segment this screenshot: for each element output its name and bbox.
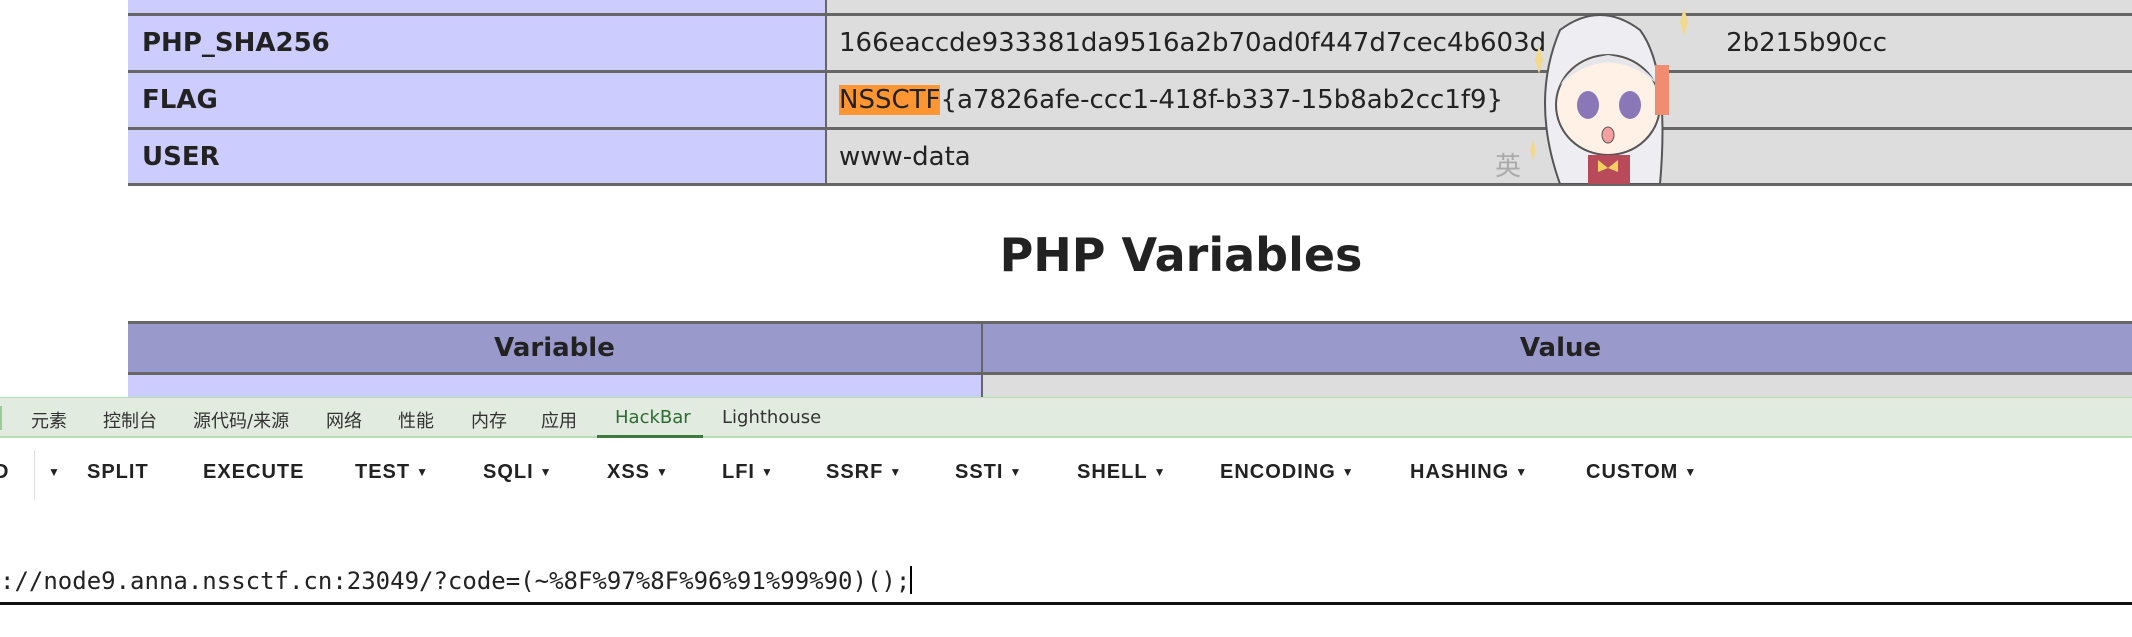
divider	[0, 406, 2, 430]
split-button[interactable]: SPLIT	[87, 461, 149, 484]
variables-table-header: Variable Value	[128, 321, 2132, 375]
lfi-menu[interactable]: LFI ▼	[722, 461, 774, 484]
env-key: PHP_SHA256	[128, 16, 827, 70]
url-input-underline	[0, 602, 2132, 605]
table-row	[128, 0, 2132, 16]
menu-label: TEST	[355, 461, 411, 483]
test-menu[interactable]: TEST ▼	[355, 461, 429, 484]
caret-down-icon: ▼	[1341, 465, 1355, 479]
tab-elements[interactable]: 元素	[31, 407, 67, 433]
column-header-variable: Variable	[128, 324, 983, 372]
caret-down-icon: ▼	[416, 465, 430, 479]
env-value: www-data	[827, 130, 2132, 183]
tab-lighthouse[interactable]: Lighthouse	[722, 407, 821, 428]
hashing-menu[interactable]: HASHING ▼	[1410, 461, 1528, 484]
menu-label: XSS	[607, 461, 651, 483]
tab-sources[interactable]: 源代码/来源	[193, 407, 289, 433]
mascot-image: 英	[1495, 8, 1688, 184]
flag-value: {a7826afe-ccc1-418f-b337-15b8ab2cc1f9}	[940, 85, 1504, 115]
menu-label: SHELL	[1077, 461, 1148, 483]
tab-memory[interactable]: 内存	[471, 407, 507, 433]
tab-application[interactable]: 应用	[541, 407, 577, 433]
active-tab-indicator	[597, 435, 703, 438]
table-row: PHP_SHA256 166eaccde933381da9516a2b70ad0…	[128, 16, 2132, 73]
execute-button[interactable]: EXECUTE	[203, 461, 304, 484]
variables-row	[128, 375, 983, 397]
env-key	[128, 0, 827, 13]
menu-label: CUSTOM	[1586, 461, 1679, 483]
url-text: ://node9.anna.nssctf.cn:23049/?code=(~%8…	[0, 567, 911, 595]
env-key: FLAG	[128, 73, 827, 127]
caret-down-icon: ▼	[1153, 465, 1167, 479]
env-value: 166eaccde933381da9516a2b70ad0f447d7cec4b…	[827, 16, 2132, 70]
tab-network[interactable]: 网络	[326, 407, 362, 433]
load-dropdown-button[interactable]: ▼	[42, 461, 61, 484]
ssti-menu[interactable]: SSTI ▼	[955, 461, 1022, 484]
menu-label: LFI	[722, 461, 755, 483]
caret-down-icon: ▼	[889, 465, 903, 479]
watermark-text: 英	[1495, 152, 1521, 182]
load-button[interactable]: D	[0, 461, 9, 484]
env-value	[827, 0, 2132, 13]
section-title: PHP Variables	[999, 228, 1363, 282]
caret-down-icon: ▼	[761, 465, 774, 479]
text-cursor	[910, 566, 913, 594]
caret-down-icon: ▼	[48, 465, 61, 479]
sqli-menu[interactable]: SQLI ▼	[483, 461, 553, 484]
divider	[34, 450, 35, 500]
menu-label: SSRF	[826, 461, 884, 483]
tab-hackbar[interactable]: HackBar	[615, 407, 691, 428]
ssrf-menu[interactable]: SSRF ▼	[826, 461, 902, 484]
menu-label: SQLI	[483, 461, 534, 483]
sha256-value: 166eaccde933381da9516a2b70ad0f447d7cec4b…	[839, 28, 1547, 58]
menu-label: ENCODING	[1220, 461, 1336, 483]
column-header-value: Value	[1519, 333, 1602, 363]
caret-down-icon: ▼	[539, 465, 553, 479]
tab-performance[interactable]: 性能	[398, 407, 434, 433]
caret-down-icon: ▼	[656, 465, 669, 479]
table-row: USER www-data	[128, 130, 2132, 186]
tab-console[interactable]: 控制台	[103, 407, 157, 433]
caret-down-icon: ▼	[1515, 465, 1529, 479]
devtools-tab-bar: 元素 控制台 源代码/来源 网络 性能 内存 应用 HackBar Lighth…	[0, 397, 2132, 438]
menu-label: HASHING	[1410, 461, 1510, 483]
menu-label: SSTI	[955, 461, 1004, 483]
custom-menu[interactable]: CUSTOM ▼	[1586, 461, 1697, 484]
encoding-menu[interactable]: ENCODING ▼	[1220, 461, 1355, 484]
table-row: FLAG NSSCTF {a7826afe-ccc1-418f-b337-15b8…	[128, 73, 2132, 130]
xss-menu[interactable]: XSS ▼	[607, 461, 669, 484]
caret-down-icon: ▼	[1009, 465, 1023, 479]
env-key: USER	[128, 130, 827, 183]
search-highlight: NSSCTF	[839, 85, 941, 115]
sha256-value-tail: 2b215b90cc	[1726, 28, 1887, 58]
variables-row-value	[983, 375, 2132, 397]
shell-menu[interactable]: SHELL ▼	[1077, 461, 1166, 484]
env-value: NSSCTF {a7826afe-ccc1-418f-b337-15b8ab2cc…	[827, 73, 2132, 127]
caret-down-icon: ▼	[1684, 465, 1698, 479]
url-input[interactable]: ://node9.anna.nssctf.cn:23049/?code=(~%8…	[0, 566, 913, 595]
